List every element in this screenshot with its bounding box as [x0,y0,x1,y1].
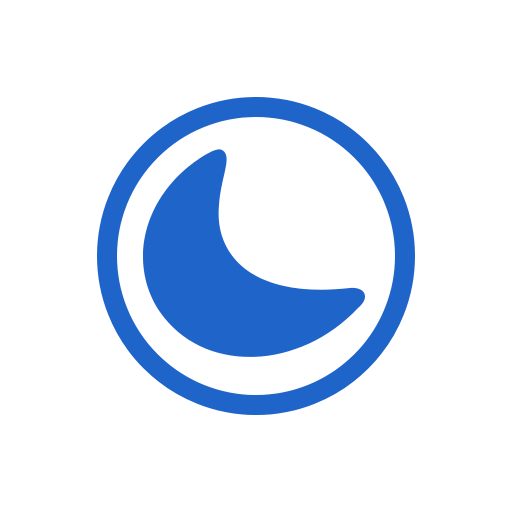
crescent-moon [142,149,365,357]
moon-in-circle-icon [97,97,415,415]
icon-canvas [0,0,512,512]
